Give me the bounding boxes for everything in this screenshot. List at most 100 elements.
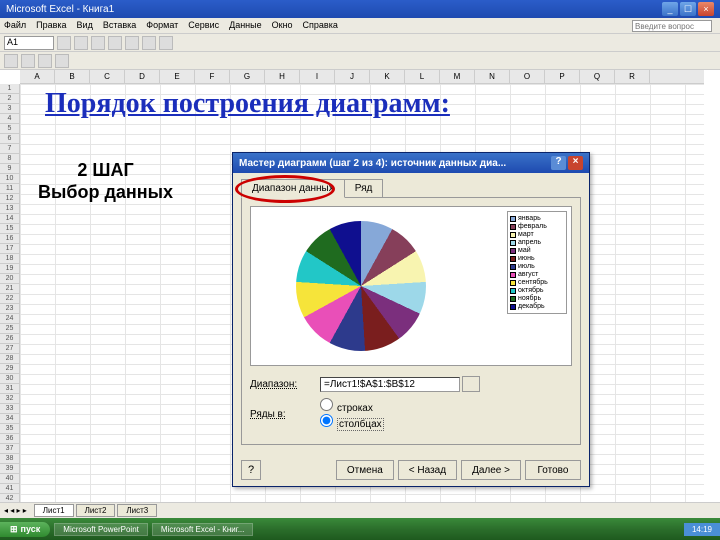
row-header[interactable]: 36: [0, 434, 19, 444]
dialog-help-button[interactable]: ?: [551, 156, 566, 170]
range-select-button[interactable]: [462, 376, 480, 392]
row-header[interactable]: 7: [0, 144, 19, 154]
row-header[interactable]: 20: [0, 274, 19, 284]
sheet-tab-3[interactable]: Лист3: [117, 504, 157, 517]
col-header[interactable]: G: [230, 70, 265, 83]
task-excel[interactable]: Microsoft Excel - Книг...: [152, 523, 254, 536]
row-header[interactable]: 22: [0, 294, 19, 304]
row-header[interactable]: 33: [0, 404, 19, 414]
finish-button[interactable]: Готово: [525, 460, 581, 480]
col-header[interactable]: F: [195, 70, 230, 83]
tray-time[interactable]: 14:19: [684, 523, 720, 536]
row-header[interactable]: 8: [0, 154, 19, 164]
maximize-button[interactable]: ☐: [680, 2, 696, 16]
row-header[interactable]: 4: [0, 114, 19, 124]
menu-window[interactable]: Окно: [272, 20, 293, 31]
namebox[interactable]: A1: [4, 36, 54, 50]
open-icon[interactable]: [74, 36, 88, 50]
row-header[interactable]: 25: [0, 324, 19, 334]
row-header[interactable]: 16: [0, 234, 19, 244]
row-header[interactable]: 38: [0, 454, 19, 464]
row-header[interactable]: 23: [0, 304, 19, 314]
back-button[interactable]: < Назад: [398, 460, 457, 480]
row-header[interactable]: 41: [0, 484, 19, 494]
menu-file[interactable]: Файл: [4, 20, 26, 31]
sheet-tab-1[interactable]: Лист1: [34, 504, 74, 517]
row-header[interactable]: 9: [0, 164, 19, 174]
menu-view[interactable]: Вид: [77, 20, 93, 31]
row-header[interactable]: 12: [0, 194, 19, 204]
minimize-button[interactable]: _: [662, 2, 678, 16]
row-header[interactable]: 31: [0, 384, 19, 394]
row-header[interactable]: 35: [0, 424, 19, 434]
save-icon[interactable]: [91, 36, 105, 50]
row-header[interactable]: 21: [0, 284, 19, 294]
row-header[interactable]: 3: [0, 104, 19, 114]
close-button[interactable]: ×: [698, 2, 714, 16]
align-left-icon[interactable]: [38, 54, 52, 68]
menu-edit[interactable]: Правка: [36, 20, 66, 31]
next-button[interactable]: Далее >: [461, 460, 521, 480]
col-header[interactable]: I: [300, 70, 335, 83]
row-header[interactable]: 28: [0, 354, 19, 364]
col-header[interactable]: B: [55, 70, 90, 83]
col-header[interactable]: J: [335, 70, 370, 83]
row-header[interactable]: 6: [0, 134, 19, 144]
row-header[interactable]: 34: [0, 414, 19, 424]
copy-icon[interactable]: [142, 36, 156, 50]
dialog-close-button[interactable]: ×: [568, 156, 583, 170]
paste-icon[interactable]: [159, 36, 173, 50]
radio-rows[interactable]: [320, 398, 333, 411]
menu-insert[interactable]: Вставка: [103, 20, 136, 31]
radio-cols[interactable]: [320, 414, 333, 427]
col-header[interactable]: O: [510, 70, 545, 83]
col-header[interactable]: M: [440, 70, 475, 83]
row-header[interactable]: 29: [0, 364, 19, 374]
menu-format[interactable]: Формат: [146, 20, 178, 31]
sheet-tab-2[interactable]: Лист2: [76, 504, 116, 517]
row-header[interactable]: 39: [0, 464, 19, 474]
col-header[interactable]: R: [615, 70, 650, 83]
col-header[interactable]: P: [545, 70, 580, 83]
start-button[interactable]: ⊞ пуск: [0, 522, 50, 537]
worksheet[interactable]: ABCDEFGHIJKLMNOPQR 123456789101112131415…: [0, 70, 720, 510]
help-icon[interactable]: ?: [241, 460, 261, 480]
align-center-icon[interactable]: [55, 54, 69, 68]
col-header[interactable]: L: [405, 70, 440, 83]
row-header[interactable]: 26: [0, 334, 19, 344]
row-header[interactable]: 32: [0, 394, 19, 404]
col-header[interactable]: E: [160, 70, 195, 83]
menu-tools[interactable]: Сервис: [188, 20, 219, 31]
range-input[interactable]: [320, 377, 460, 392]
row-header[interactable]: 37: [0, 444, 19, 454]
col-header[interactable]: Q: [580, 70, 615, 83]
row-header[interactable]: 27: [0, 344, 19, 354]
cut-icon[interactable]: [125, 36, 139, 50]
row-header[interactable]: 14: [0, 214, 19, 224]
row-header[interactable]: 40: [0, 474, 19, 484]
bold-icon[interactable]: [4, 54, 18, 68]
row-header[interactable]: 15: [0, 224, 19, 234]
row-header[interactable]: 1: [0, 84, 19, 94]
menu-data[interactable]: Данные: [229, 20, 262, 31]
tab-series[interactable]: Ряд: [344, 179, 384, 198]
row-header[interactable]: 30: [0, 374, 19, 384]
row-header[interactable]: 13: [0, 204, 19, 214]
question-input[interactable]: [632, 20, 712, 32]
row-header[interactable]: 18: [0, 254, 19, 264]
col-header[interactable]: A: [20, 70, 55, 83]
col-header[interactable]: N: [475, 70, 510, 83]
new-icon[interactable]: [57, 36, 71, 50]
row-header[interactable]: 5: [0, 124, 19, 134]
task-powerpoint[interactable]: Microsoft PowerPoint: [54, 523, 148, 536]
cancel-button[interactable]: Отмена: [336, 460, 394, 480]
col-header[interactable]: D: [125, 70, 160, 83]
row-header[interactable]: 2: [0, 94, 19, 104]
row-header[interactable]: 10: [0, 174, 19, 184]
row-header[interactable]: 17: [0, 244, 19, 254]
col-header[interactable]: K: [370, 70, 405, 83]
col-header[interactable]: C: [90, 70, 125, 83]
italic-icon[interactable]: [21, 54, 35, 68]
col-header[interactable]: H: [265, 70, 300, 83]
row-header[interactable]: 11: [0, 184, 19, 194]
